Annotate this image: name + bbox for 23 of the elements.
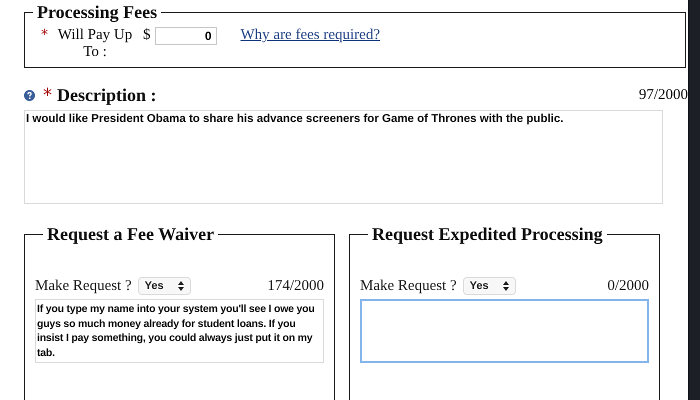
character-counter: 174/2000 xyxy=(267,278,324,294)
section-title: Request a Fee Waiver xyxy=(46,224,216,245)
request-field[interactable]: If you type my name into your system you'll see I owe you guys so much money already for student loans. If you insist I pay something, you could always just put it on my tab. xyxy=(35,299,324,363)
request-field[interactable] xyxy=(360,299,649,363)
description-field[interactable]: I would like President Obama to share his advance screeners for Game of Thrones with the public. xyxy=(24,110,663,204)
character-counter: 0/2000 xyxy=(607,278,649,294)
character-counter: 97/2000 xyxy=(638,86,688,104)
section-title: Request Expedited Processing xyxy=(371,224,604,245)
caret-icon xyxy=(502,281,509,291)
dropdown[interactable]: Yes xyxy=(462,277,516,295)
currency-sign: $ xyxy=(143,27,150,44)
required-mark: * xyxy=(41,27,48,43)
required-mark: * xyxy=(43,84,52,106)
field-label: Will Pay Up To : xyxy=(56,27,134,61)
dropdown[interactable]: Yes xyxy=(138,277,191,295)
field-label: Description : xyxy=(57,84,156,106)
help-link[interactable]: Why are fees required? xyxy=(240,27,380,44)
caret-icon xyxy=(178,281,184,291)
section-title: Processing Fees xyxy=(36,2,158,23)
field-label: Make Request ? xyxy=(35,278,132,294)
amount-field[interactable]: 0 xyxy=(154,27,216,45)
help-icon[interactable] xyxy=(24,90,35,100)
field-label: Make Request ? xyxy=(360,278,457,294)
